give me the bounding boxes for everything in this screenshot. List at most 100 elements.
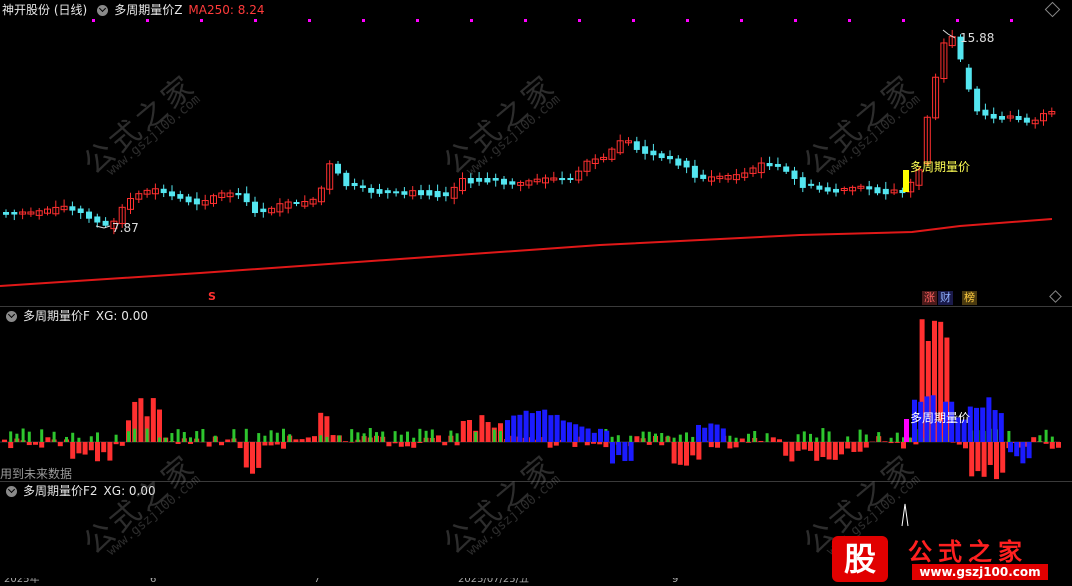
bar-green [232,429,236,442]
main-chart-panel[interactable]: 神开股份 (日线) 多周期量价Z MA250: 8.24 15.88 7.87 … [0,0,1072,306]
bar-red [770,437,776,442]
bar-red [460,421,466,442]
bar-green [381,431,385,442]
bar-green [678,434,682,442]
bar-red [826,442,832,460]
bar-green [393,431,397,442]
bar-green [1007,430,1011,442]
candle-down [982,109,989,116]
bar-blue [604,430,610,442]
bar-red [839,442,844,455]
bar-green [660,433,664,442]
bar-red [789,442,795,462]
bar-blue [622,442,628,462]
bar-red [969,442,975,477]
bar-red [330,435,336,442]
bar-red [808,442,813,451]
panel-f-signal-label: 多周期量价 [910,411,971,425]
candle-down [160,188,167,194]
candle-down [484,178,491,183]
bar-red [26,442,32,446]
bar-red [219,442,224,446]
top-marker [794,19,797,22]
bar-red [398,442,404,447]
bar-red [708,442,714,448]
bar-blue [573,424,579,442]
candle-down [94,216,101,223]
tag-bang[interactable]: 榜 [962,291,977,305]
bar-red [349,442,355,443]
bar-red [485,422,491,442]
bar-blue [511,415,517,442]
bar-green [747,433,750,442]
bar-red [677,442,683,465]
bar-red [956,442,962,445]
candle-down [401,191,408,195]
candle-down [658,153,665,159]
bar-green [170,433,174,442]
candle-down [1015,116,1022,120]
bar-green [672,437,676,442]
top-marker [1010,19,1013,22]
bar-blue [610,442,615,464]
bar-green [71,432,75,442]
bar-red [417,442,423,443]
bar-green [654,433,657,442]
ma250-line [0,218,1053,287]
bar-green [610,436,614,442]
high-label: 15.88 [960,31,995,45]
bar-green [1044,429,1048,442]
bar-green [189,437,192,442]
candle-down [193,198,200,205]
bar-green [629,435,633,442]
bar-red [256,442,262,468]
bar-blue [998,413,1004,442]
candle-down [700,174,707,179]
date-label: 2025年 [4,578,40,585]
date-label: 2025/07/25/五 [458,578,530,585]
bar-green [319,435,323,442]
s-marker: S [208,290,216,303]
candle-down [243,193,250,203]
candle-down [252,201,258,214]
candle-down [102,220,109,226]
bar-green [802,431,806,442]
bar-red [206,442,212,447]
tag-cai[interactable]: 财 [938,291,953,305]
candle-down [476,178,483,182]
panel-f2-spike [901,503,909,527]
bar-red [2,439,7,442]
top-marker [200,19,203,22]
bar-red [975,442,981,472]
bar-red [597,442,603,445]
bar-red [801,442,807,450]
bar-red [157,409,162,442]
bar-green [15,433,19,442]
bar-green [1038,435,1042,442]
bar-red [343,441,348,442]
candle-down [824,187,831,192]
bar-green [133,428,137,442]
bar-red [820,442,826,458]
top-marker [740,19,743,22]
bar-blue [1026,442,1032,459]
date-label: 6 [150,578,157,585]
bar-green [201,428,205,442]
bar-red [659,442,665,446]
bar-green [827,431,831,442]
bar-green [127,431,130,442]
tag-zhang[interactable]: 涨 [922,291,937,305]
candle-down [343,172,350,187]
bar-green [350,429,354,442]
bar-red [479,415,485,442]
bar-green [858,429,862,442]
candle-down [368,187,375,193]
bar-green [815,437,819,442]
bar-green [375,432,378,442]
bar-red [305,437,311,442]
candle-down [86,211,92,219]
bar-green [641,431,645,442]
bar-green [647,431,651,442]
bar-red [634,436,640,442]
bar-red [386,442,392,447]
